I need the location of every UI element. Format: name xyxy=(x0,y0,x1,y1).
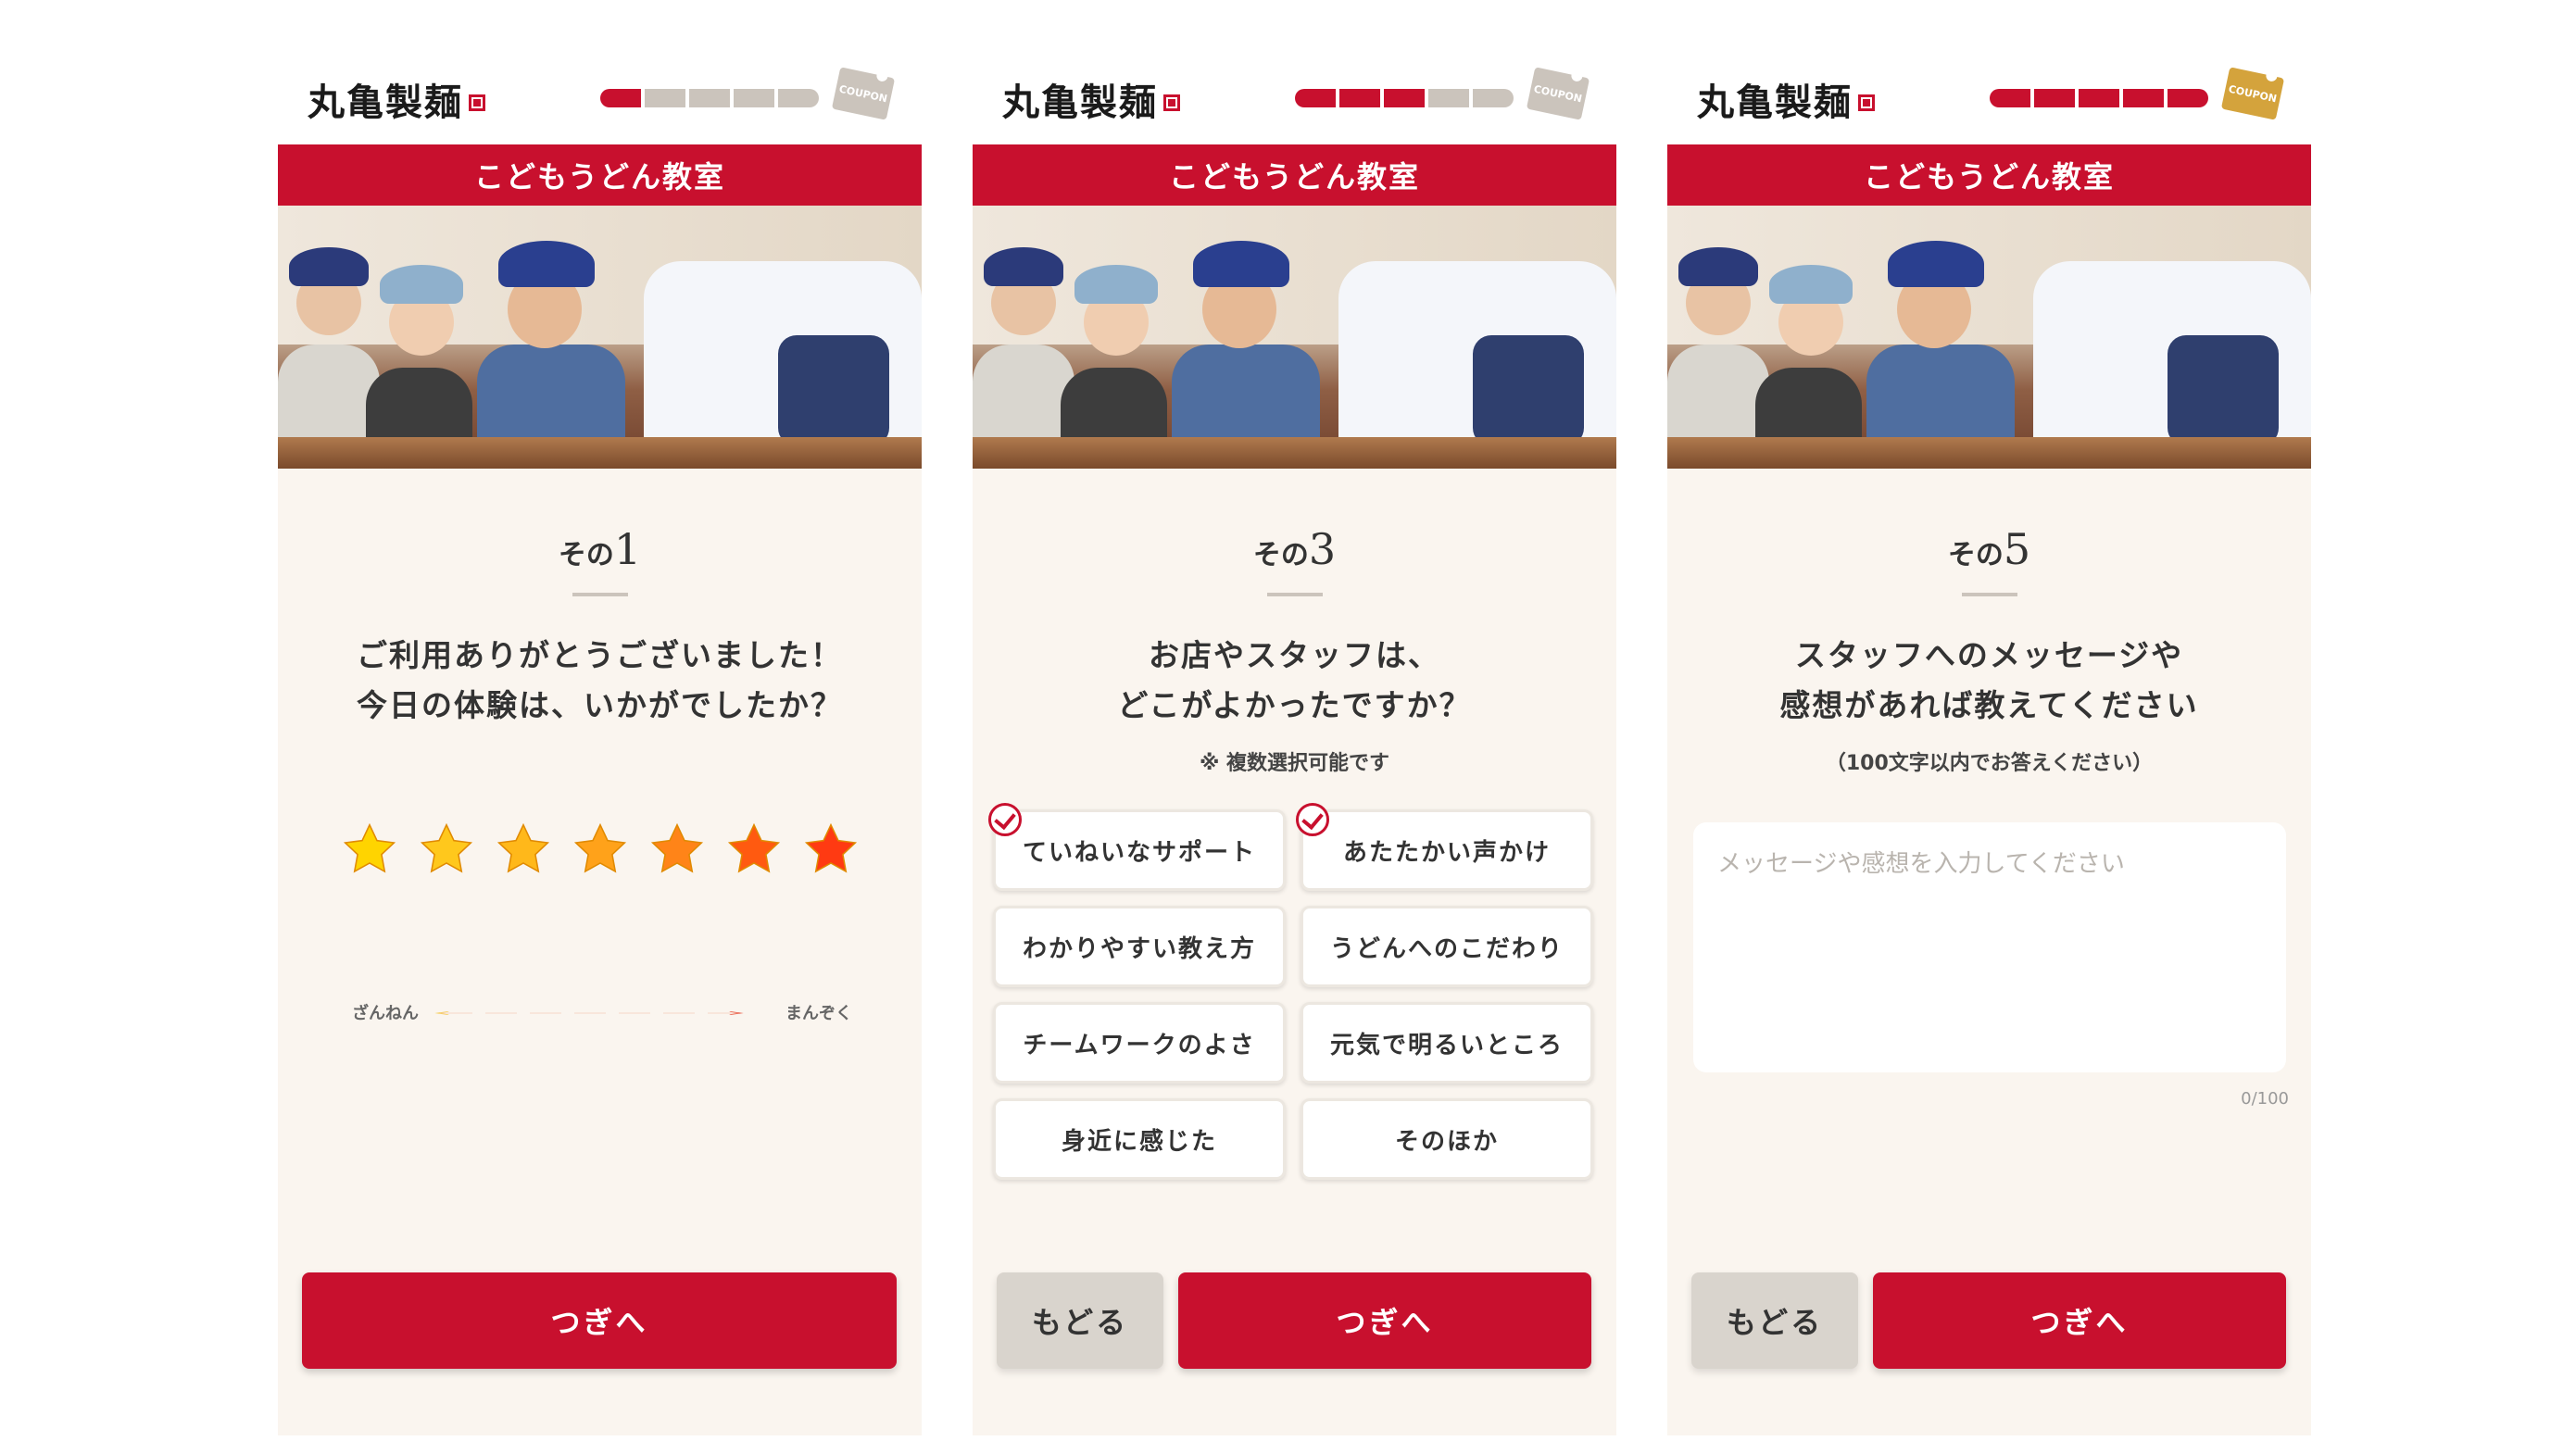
option-chip[interactable]: わかりやすい教え方 xyxy=(993,906,1286,987)
option-chip[interactable]: 身近に感じた xyxy=(993,1098,1286,1180)
progress-bar xyxy=(1295,89,1514,107)
step-divider xyxy=(1267,593,1323,596)
star-icon[interactable] xyxy=(725,821,783,878)
step-indicator: その5 xyxy=(1947,524,2031,574)
logo-mark-icon xyxy=(1163,94,1180,111)
brand-logo[interactable]: 丸亀製麺 xyxy=(308,72,485,126)
progress-segment xyxy=(778,89,819,107)
class-photo xyxy=(1667,206,2311,469)
progress-segment xyxy=(1473,89,1514,107)
star-rating xyxy=(341,821,860,878)
back-button[interactable]: もどる xyxy=(997,1272,1163,1369)
next-button[interactable]: つぎへ xyxy=(1873,1272,2286,1369)
app-header: 丸亀製麺 COUPON xyxy=(1667,56,2311,144)
progress-segment xyxy=(1295,89,1336,107)
coupon-icon: COUPON xyxy=(1526,67,1590,120)
progress-segment xyxy=(2168,89,2208,107)
progress-segment xyxy=(689,89,730,107)
question-title: ご利用ありがとうございました！ 今日の体験は、いかがでしたか？ xyxy=(357,637,843,723)
progress-segment xyxy=(1384,89,1425,107)
step-indicator: その1 xyxy=(558,524,642,574)
option-chip[interactable]: あたたかい声かけ xyxy=(1296,803,1593,891)
class-photo xyxy=(973,206,1616,469)
banner-title: こどもうどん教室 xyxy=(1667,144,2311,206)
screen-step-1: 丸亀製麺 COUPON こどもうどん教室 その1 ご利用ありがとうございました！… xyxy=(278,56,922,1435)
content-area: その5 スタッフへのメッセージや 感想があれば教えてください （100文字以内で… xyxy=(1667,469,2311,1435)
progress-segment xyxy=(2079,89,2119,107)
coupon-icon[interactable]: COUPON xyxy=(2220,67,2285,120)
option-chip[interactable]: そのほか xyxy=(1301,1098,1593,1180)
app-header: 丸亀製麺 COUPON xyxy=(973,56,1616,144)
logo-mark-icon xyxy=(1858,94,1875,111)
class-photo xyxy=(278,206,922,469)
char-counter: 0/100 xyxy=(2241,1089,2289,1109)
banner-title: こどもうどん教室 xyxy=(278,144,922,206)
multi-select-note: ※ 複数選択可能です xyxy=(1199,752,1390,775)
check-icon xyxy=(1296,803,1329,836)
star-icon[interactable] xyxy=(648,821,706,878)
banner-title: こどもうどん教室 xyxy=(973,144,1616,206)
coupon-icon: COUPON xyxy=(831,67,896,120)
option-chip[interactable]: ていねいなサポート xyxy=(988,803,1286,891)
brand-logo[interactable]: 丸亀製麺 xyxy=(1002,72,1180,126)
step-divider xyxy=(1962,593,2017,596)
option-chip[interactable]: うどんへのこだわり xyxy=(1301,906,1593,987)
char-limit-note: （100文字以内でお答えください） xyxy=(1825,752,2154,775)
progress-bar xyxy=(1990,89,2208,107)
progress-segment xyxy=(2123,89,2164,107)
scale-right-label: まんぞく xyxy=(785,1004,852,1023)
star-icon[interactable] xyxy=(495,821,552,878)
next-button[interactable]: つぎへ xyxy=(302,1272,897,1369)
app-header: 丸亀製麺 COUPON xyxy=(278,56,922,144)
star-icon[interactable] xyxy=(572,821,629,878)
progress-segment xyxy=(1428,89,1469,107)
message-textarea[interactable] xyxy=(1693,822,2286,1072)
step-divider xyxy=(572,593,628,596)
check-icon xyxy=(988,803,1022,836)
option-chip[interactable]: 元気で明るいところ xyxy=(1301,1002,1593,1084)
progress-segment xyxy=(734,89,774,107)
progress-segment xyxy=(645,89,685,107)
screen-step-3: 丸亀製麺 COUPON こどもうどん教室 その3 お店やスタッフは、 どこがよか… xyxy=(973,56,1616,1435)
content-area: その3 お店やスタッフは、 どこがよかったですか？ ※ 複数選択可能です ていね… xyxy=(973,469,1616,1435)
progress-segment xyxy=(600,89,641,107)
content-area: その1 ご利用ありがとうございました！ 今日の体験は、いかがでしたか？ ざんねん… xyxy=(278,469,922,1435)
star-icon[interactable] xyxy=(341,821,398,878)
star-icon[interactable] xyxy=(418,821,475,878)
logo-mark-icon xyxy=(469,94,485,111)
screen-step-5: 丸亀製麺 COUPON こどもうどん教室 その5 スタッフへのメッセージや 感想… xyxy=(1667,56,2311,1435)
brand-logo[interactable]: 丸亀製麺 xyxy=(1697,72,1875,126)
scale-left-label: ざんねん xyxy=(352,1004,419,1023)
progress-segment xyxy=(1339,89,1380,107)
question-title: スタッフへのメッセージや 感想があれば教えてください xyxy=(1779,637,2199,723)
star-icon[interactable] xyxy=(802,821,860,878)
next-button[interactable]: つぎへ xyxy=(1178,1272,1591,1369)
scale-arrow-icon xyxy=(434,1011,744,1015)
back-button[interactable]: もどる xyxy=(1691,1272,1858,1369)
progress-segment xyxy=(1990,89,2030,107)
progress-segment xyxy=(2034,89,2075,107)
question-title: お店やスタッフは、 どこがよかったですか？ xyxy=(1117,637,1472,723)
option-chip[interactable]: チームワークのよさ xyxy=(993,1002,1286,1084)
step-indicator: その3 xyxy=(1252,524,1337,574)
progress-bar xyxy=(600,89,819,107)
